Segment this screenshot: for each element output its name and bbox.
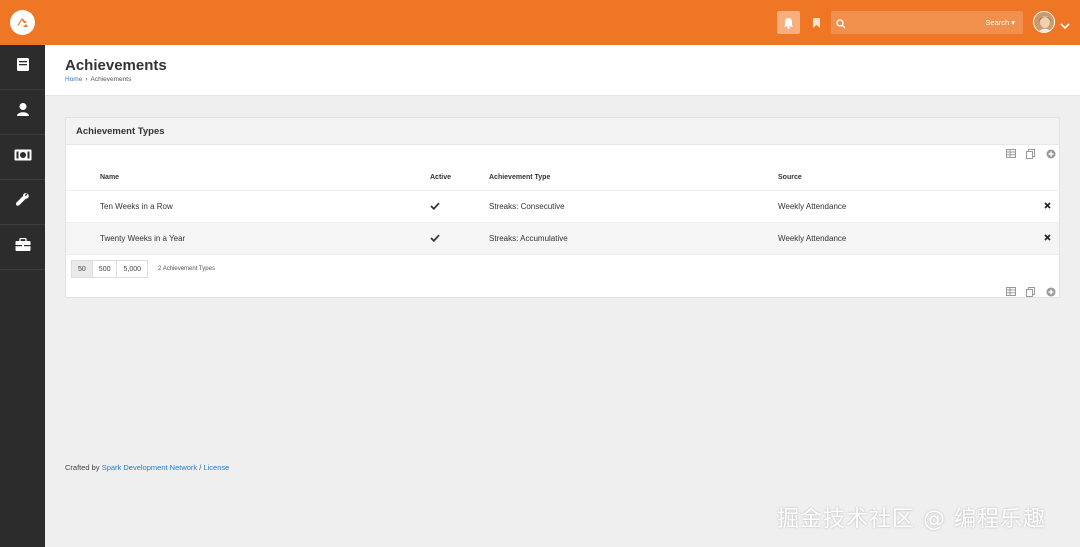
spark-link[interactable]: Spark Development Network	[102, 463, 197, 472]
page-size-500[interactable]: 500	[91, 260, 118, 278]
table-row[interactable]: Ten Weeks in a Row Streaks: Consecutive …	[66, 191, 1059, 223]
breadcrumb: Home › Achievements	[65, 76, 131, 83]
sidebar-item-finance[interactable]	[0, 135, 45, 180]
chevron-right-icon: ›	[85, 76, 88, 83]
add-icon[interactable]	[1045, 286, 1056, 297]
book-icon	[16, 57, 30, 77]
footer-prefix: Crafted by	[65, 463, 100, 472]
breadcrumb-home-link[interactable]: Home	[65, 76, 82, 83]
search-button[interactable]: Search ▾	[985, 11, 1015, 34]
footer: Crafted by Spark Development Network / L…	[65, 463, 229, 472]
page-header: Achievements Home › Achievements	[45, 45, 1080, 96]
briefcase-icon	[15, 237, 31, 257]
sidebar	[0, 45, 45, 547]
footer-separator: /	[199, 463, 202, 472]
money-icon	[14, 148, 32, 166]
rock-logo-icon[interactable]	[10, 10, 35, 35]
sidebar-item-book[interactable]	[0, 45, 45, 90]
cell-name: Ten Weeks in a Row	[100, 202, 173, 211]
grid-actions-bottom	[1005, 286, 1056, 297]
bookmark-icon[interactable]	[806, 11, 826, 34]
breadcrumb-current: Achievements	[90, 76, 132, 83]
caret-down-icon: ▾	[1011, 18, 1015, 27]
page-size-50[interactable]: 50	[71, 260, 93, 278]
panel-title: Achievement Types	[66, 118, 1059, 145]
wrench-icon	[15, 192, 30, 212]
person-icon	[16, 102, 30, 122]
sidebar-item-people[interactable]	[0, 90, 45, 135]
cell-name: Twenty Weeks in a Year	[100, 234, 186, 243]
top-navbar: Search ▾	[0, 0, 1080, 45]
achievement-types-panel: Achievement Types Name Active Achievemen…	[65, 117, 1060, 298]
cell-source: Weekly Attendance	[778, 234, 847, 243]
cell-source: Weekly Attendance	[778, 202, 847, 211]
cell-achievement-type: Streaks: Consecutive	[489, 202, 565, 211]
column-header-active[interactable]: Active	[430, 174, 451, 181]
column-header-source[interactable]: Source	[778, 174, 802, 181]
page-size-5000[interactable]: 5,000	[116, 260, 149, 278]
chevron-down-icon[interactable]	[1060, 17, 1070, 35]
notification-bell-icon[interactable]	[777, 11, 800, 34]
excel-export-icon[interactable]	[1005, 286, 1016, 297]
search-button-label: Search	[985, 18, 1010, 27]
check-icon	[430, 234, 440, 244]
column-header-name[interactable]: Name	[100, 174, 119, 181]
excel-export-icon[interactable]	[1005, 148, 1016, 159]
item-count: 2 Achievement Types	[158, 266, 215, 272]
search-input[interactable]	[851, 13, 981, 32]
delete-icon[interactable]	[1044, 202, 1051, 211]
column-header-achievement-type[interactable]: Achievement Type	[489, 174, 550, 181]
avatar[interactable]	[1033, 11, 1055, 33]
search-icon	[836, 16, 846, 34]
achievement-types-table: Name Active Achievement Type Source Ten …	[66, 164, 1059, 255]
grid-actions-top	[1005, 148, 1056, 159]
license-link[interactable]: License	[203, 463, 229, 472]
search-bar: Search ▾	[831, 11, 1023, 34]
sidebar-item-admin[interactable]	[0, 225, 45, 270]
watermark: 掘金技术社区 @ 编程乐趣	[777, 507, 1046, 532]
check-icon	[430, 202, 440, 212]
add-icon[interactable]	[1045, 148, 1056, 159]
table-row[interactable]: Twenty Weeks in a Year Streaks: Accumula…	[66, 223, 1059, 255]
table-header: Name Active Achievement Type Source	[66, 164, 1059, 191]
pager: 50 500 5,000 2 Achievement Types	[71, 260, 215, 278]
page-title: Achievements	[65, 57, 167, 74]
delete-icon[interactable]	[1044, 234, 1051, 243]
sidebar-item-tools[interactable]	[0, 180, 45, 225]
merge-template-icon[interactable]	[1025, 148, 1036, 159]
cell-achievement-type: Streaks: Accumulative	[489, 234, 568, 243]
merge-template-icon[interactable]	[1025, 286, 1036, 297]
